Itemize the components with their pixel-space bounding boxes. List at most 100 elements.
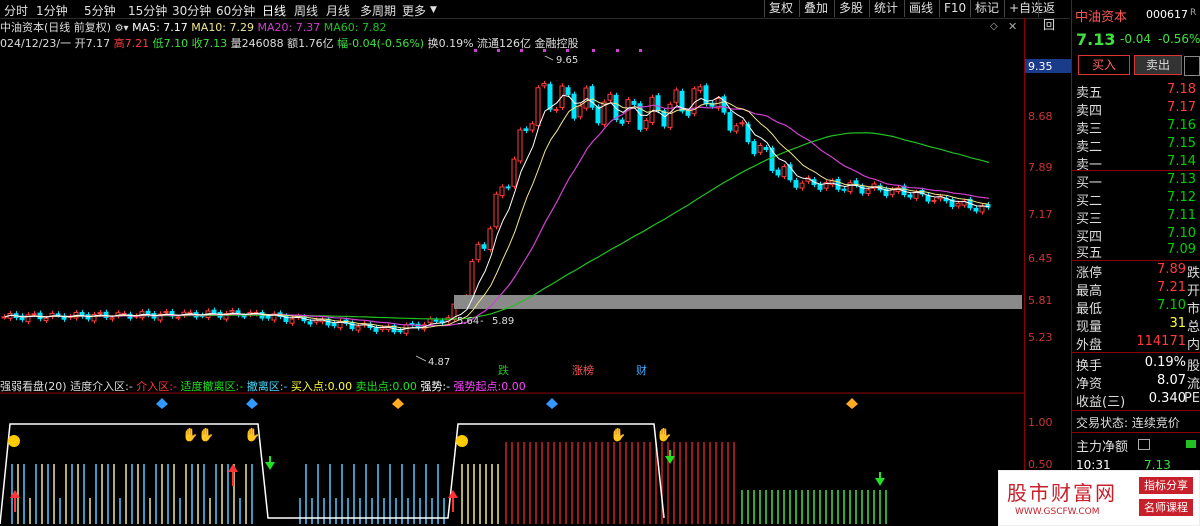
button-overlay[interactable]: 叠加: [799, 0, 832, 17]
tab-fenshi[interactable]: 分时: [4, 2, 28, 19]
candle-body: [481, 244, 487, 249]
bid-row: 买三 7.11: [1076, 208, 1196, 227]
tab-60min[interactable]: 60分钟: [216, 2, 255, 19]
stat-row: 现量 31 总: [1076, 316, 1200, 335]
strength-line: [0, 423, 665, 525]
candle-body: [631, 100, 637, 105]
diamond-blue-3: [546, 398, 558, 409]
candle-body: [289, 318, 295, 324]
candle-body: [847, 182, 853, 193]
tab-daily[interactable]: 日线: [262, 2, 286, 19]
stat-row: 涨停 7.89 跌: [1076, 262, 1200, 281]
ma5-value: MA5: 7.17: [132, 21, 188, 34]
label-buy-point: 买入点:: [290, 380, 328, 393]
stat-row: 最高 7.21 开: [1076, 280, 1200, 299]
smiley-icon-1: [8, 435, 20, 447]
candle-body: [109, 317, 115, 320]
collapse-icon[interactable]: ◇: [990, 21, 998, 32]
tag-fall[interactable]: 跌: [498, 363, 509, 377]
button-back[interactable]: 返回: [1038, 0, 1070, 32]
sell-button[interactable]: 卖出: [1134, 55, 1182, 75]
candle-body: [865, 189, 871, 195]
tab-multi-period[interactable]: 多周期: [360, 2, 396, 19]
label-sell-point: 卖出点:: [355, 380, 393, 393]
ma20-value: MA20: 7.37: [257, 21, 321, 34]
more-dropdown-icon[interactable]: ▼: [430, 5, 437, 15]
candle-body: [553, 108, 559, 111]
candle-body: [541, 82, 547, 87]
tab-15min[interactable]: 15分钟: [128, 2, 167, 19]
value-buy-point: 0.00: [327, 380, 353, 393]
tag-finance[interactable]: 财: [636, 363, 647, 377]
grid-toggle-icon[interactable]: [1184, 56, 1200, 76]
tab-30min[interactable]: 30分钟: [172, 2, 211, 19]
tab-weekly[interactable]: 周线: [294, 2, 318, 19]
button-f10[interactable]: F10: [939, 0, 970, 17]
price-band: [454, 295, 1022, 309]
indicator-chart[interactable]: ✋ ✋ ✋ ✋ ✋: [0, 394, 1024, 526]
candle-body: [763, 147, 769, 150]
label-moderate-exit: 适度撤离区:: [180, 380, 240, 393]
net-flow-label[interactable]: 主力净额: [1076, 436, 1128, 455]
hand-icon-4: ✋: [610, 427, 626, 443]
candle-body: [187, 311, 193, 314]
candle-body: [685, 110, 691, 116]
value-strength-start: 0.00: [501, 380, 526, 393]
indicator-title[interactable]: 强弱看盘(20): [0, 380, 67, 393]
axis-label: 9.35: [1028, 60, 1053, 73]
divider: [1072, 170, 1200, 171]
candle-body: [373, 327, 379, 332]
button-fuquan[interactable]: 复权: [764, 0, 797, 17]
candle-body: [211, 309, 217, 314]
value-exit: -: [283, 380, 288, 393]
axis-label: 5.23: [1028, 331, 1053, 344]
candle-body: [487, 228, 493, 250]
value-strength: -: [446, 380, 451, 393]
high-mark: 9.65: [556, 56, 578, 66]
stock-title: 中油资本(日线 前复权): [0, 21, 112, 34]
tab-more[interactable]: 更多: [402, 2, 426, 19]
candle-body: [955, 202, 961, 207]
candle-body: [655, 95, 661, 112]
button-draw[interactable]: 画线: [904, 0, 937, 17]
diamond-blue-2: [246, 398, 258, 409]
bid-row: 买二 7.12: [1076, 190, 1196, 209]
tag-top-gainer[interactable]: 涨榜: [572, 363, 594, 377]
tab-1min[interactable]: 1分钟: [36, 2, 68, 19]
close-icon[interactable]: ✕: [1008, 20, 1017, 33]
candle-body: [493, 193, 499, 228]
candle-body: [817, 183, 823, 190]
tab-monthly[interactable]: 月线: [326, 2, 350, 19]
candle-body: [973, 207, 979, 212]
diamond-blue-1: [156, 398, 168, 409]
ma-info-line: 中油资本(日线 前复权) ⚙▾ MA5: 7.17 MA10: 7.29 MA2…: [0, 19, 386, 35]
candle-body: [565, 87, 571, 95]
candle-body: [427, 318, 433, 324]
button-stats[interactable]: 统计: [869, 0, 902, 17]
candle-body: [907, 194, 913, 198]
tab-5min[interactable]: 5分钟: [84, 2, 116, 19]
code-suffix: R: [1190, 8, 1197, 18]
ask-row: 卖三 7.16: [1076, 118, 1196, 137]
kline-chart[interactable]: 9.65 5.64 - 5.89 4.87 跌 涨榜 财: [0, 56, 1024, 394]
current-price: 7.13: [1076, 30, 1116, 49]
button-mark[interactable]: 标记: [970, 0, 1003, 17]
settings-icon[interactable]: ⚙▾: [115, 23, 129, 34]
ask-row: 卖二 7.15: [1076, 136, 1196, 155]
stock-code: 000617: [1146, 8, 1188, 21]
ma60-value: MA60: 7.82: [323, 21, 387, 34]
divider: [1072, 352, 1200, 353]
candle-body: [583, 87, 589, 109]
button-multi-stock[interactable]: 多股: [834, 0, 867, 17]
value-entry: -: [173, 380, 177, 393]
candle-body: [433, 319, 439, 322]
candle-body: [799, 182, 805, 189]
buy-button[interactable]: 买入: [1078, 55, 1130, 75]
candle-body: [97, 312, 103, 315]
candle-body: [727, 112, 733, 131]
net-flow-icon[interactable]: [1138, 439, 1150, 450]
candle-body: [511, 158, 517, 187]
axis-label: 5.81: [1028, 294, 1053, 307]
price-change: -0.04: [1120, 32, 1152, 46]
candle-body: [163, 311, 169, 314]
